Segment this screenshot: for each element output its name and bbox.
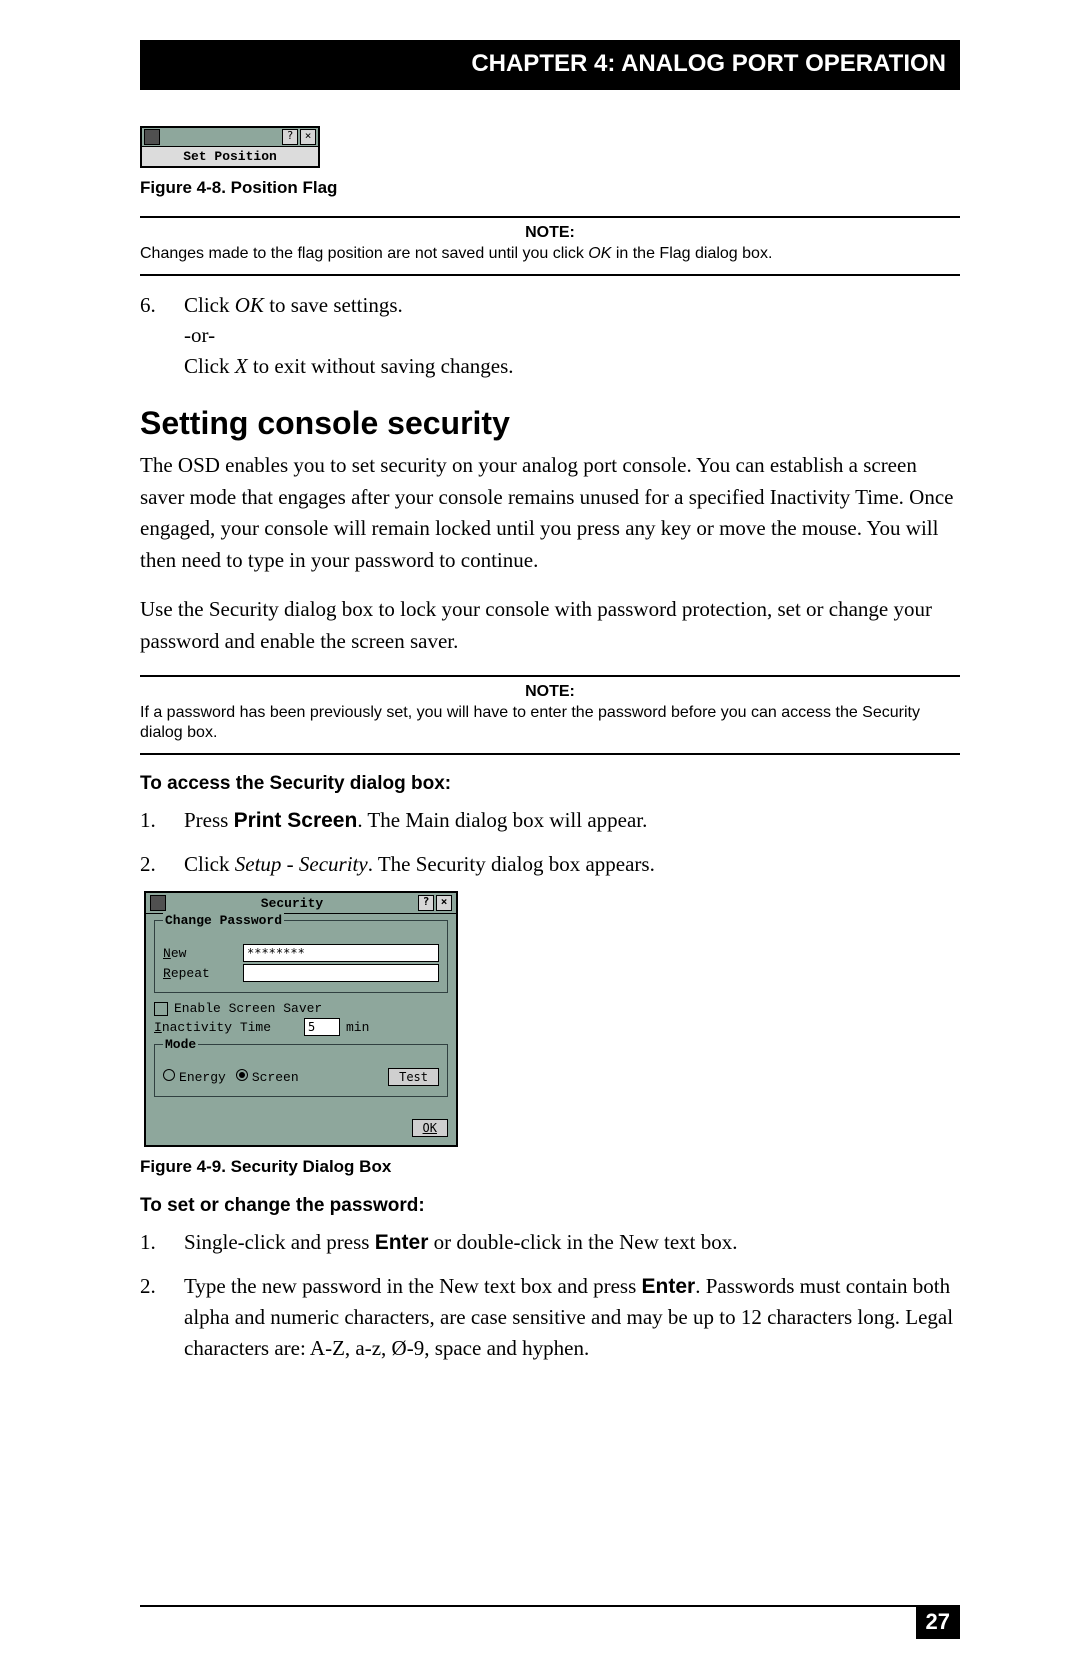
window-icon: [150, 895, 166, 911]
change-password-legend: Change Password: [163, 913, 284, 928]
section-heading: Setting console security: [140, 405, 960, 442]
figure-4-8-caption: Figure 4-8. Position Flag: [140, 178, 960, 198]
dialog-title: Security: [261, 896, 323, 911]
note-label: NOTE:: [140, 224, 960, 242]
access-step-1: 1. Press Print Screen. The Main dialog b…: [140, 805, 960, 836]
note-text: If a password has been previously set, y…: [140, 703, 960, 743]
step-number: 1.: [140, 1227, 184, 1258]
pw-step-2: 2. Type the new password in the New text…: [140, 1271, 960, 1363]
inactivity-time-input[interactable]: 5: [304, 1018, 340, 1036]
paragraph-1: The OSD enables you to set security on y…: [140, 450, 960, 576]
repeat-label: Repeat: [163, 966, 243, 981]
help-icon[interactable]: ?: [282, 129, 298, 145]
enable-screensaver-label: Enable Screen Saver: [174, 1001, 322, 1016]
screen-radio-row[interactable]: Screen: [236, 1069, 299, 1085]
energy-radio-row[interactable]: Energy: [163, 1069, 226, 1085]
page-footer: 27: [140, 1605, 960, 1639]
window-icon: [144, 129, 160, 145]
step-number: 1.: [140, 805, 184, 836]
change-password-group: Change Password New ******** Repeat: [154, 920, 448, 993]
note-block-1: NOTE: Changes made to the flag position …: [140, 216, 960, 276]
minutes-label: min: [346, 1020, 369, 1035]
access-step-2: 2. Click Setup - Security. The Security …: [140, 849, 960, 879]
paragraph-2: Use the Security dialog box to lock your…: [140, 594, 960, 657]
inactivity-label: Inactivity Time: [154, 1020, 304, 1035]
step-number: 2.: [140, 1271, 184, 1363]
step-6: 6. Click OK to save settings. -or- Click…: [140, 290, 960, 381]
security-dialog: Security ? × Change Password New *******…: [144, 891, 458, 1147]
note-block-2: NOTE: If a password has been previously …: [140, 675, 960, 755]
step-number: 6.: [140, 290, 184, 381]
figure-4-9-caption: Figure 4-9. Security Dialog Box: [140, 1157, 960, 1177]
position-flag-label: Set Position: [142, 147, 318, 166]
position-flag-window: ? × Set Position: [140, 126, 320, 168]
note-text: Changes made to the flag position are no…: [140, 244, 960, 264]
enable-screensaver-checkbox[interactable]: [154, 1002, 168, 1016]
repeat-password-input[interactable]: [243, 964, 439, 982]
test-button[interactable]: Test: [388, 1068, 439, 1086]
enable-screensaver-row[interactable]: Enable Screen Saver: [154, 1001, 448, 1016]
step-number: 2.: [140, 849, 184, 879]
note-label: NOTE:: [140, 683, 960, 701]
screen-radio[interactable]: [236, 1069, 248, 1081]
energy-radio[interactable]: [163, 1069, 175, 1081]
mode-legend: Mode: [163, 1037, 198, 1052]
new-password-input[interactable]: ********: [243, 944, 439, 962]
chapter-header: CHAPTER 4: ANALOG PORT OPERATION: [140, 40, 960, 90]
close-icon[interactable]: ×: [300, 129, 316, 145]
ok-button[interactable]: OK: [412, 1119, 448, 1137]
close-icon[interactable]: ×: [436, 895, 452, 911]
figure-4-8: ? × Set Position Figure 4-8. Position Fl…: [140, 126, 960, 198]
page-number: 27: [916, 1605, 960, 1639]
subhead-set-password: To set or change the password:: [140, 1195, 960, 1217]
help-icon[interactable]: ?: [418, 895, 434, 911]
new-label: New: [163, 946, 243, 961]
subhead-access-security: To access the Security dialog box:: [140, 773, 960, 795]
pw-step-1: 1. Single-click and press Enter or doubl…: [140, 1227, 960, 1258]
mode-group: Mode Energy Screen Test: [154, 1044, 448, 1097]
